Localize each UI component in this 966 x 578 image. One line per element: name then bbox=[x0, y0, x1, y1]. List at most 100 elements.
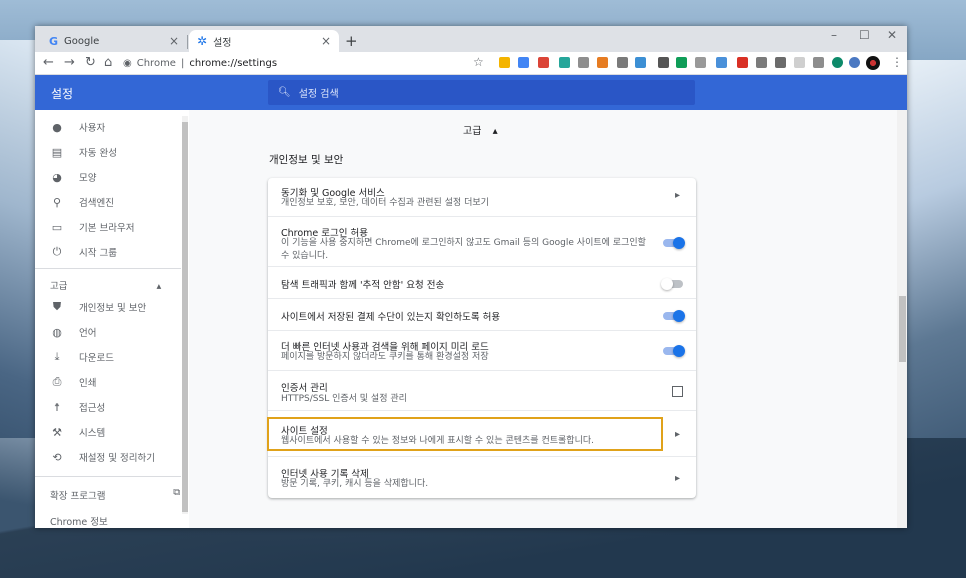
sidebar-item-search-engine[interactable]: ⚲ 검색엔진 bbox=[35, 190, 189, 214]
toolbar: ← → ↻ ⌂ ◉ Chrome | chrome://settings ☆ ⋮ bbox=[35, 52, 907, 75]
row-sync-google-services[interactable]: 동기화 및 Google 서비스 개인정보 보호, 보안, 데이터 수집과 관련… bbox=[268, 178, 696, 216]
sidebar-item-downloads[interactable]: ⤓ 다운로드 bbox=[35, 345, 189, 369]
news-extension-icon[interactable] bbox=[716, 57, 727, 68]
back-button[interactable]: ← bbox=[43, 55, 54, 70]
row-preload-pages[interactable]: 더 빠른 인터넷 사용과 검색을 위해 페이지 미리 로드 페이지를 방문하지 … bbox=[268, 330, 696, 370]
sidebar-item-default-browser[interactable]: ▭ 기본 브라우저 bbox=[35, 215, 189, 239]
sidebar-advanced-toggle[interactable]: 고급 ▴ bbox=[50, 278, 161, 292]
power-icon: ⏻ bbox=[52, 245, 62, 258]
row-manage-certificates[interactable]: 인증서 관리 HTTPS/SSL 인증서 및 설정 관리 bbox=[268, 370, 696, 410]
sidebar: ● 사용자 ▤ 자동 완성 ◕ 모양 ⚲ 검색엔진 ▭ 기본 브라우저 ⏻ 시작… bbox=[35, 110, 189, 528]
row-allow-chrome-sign-in[interactable]: Chrome 로그인 허용 이 기능을 사용 중지하면 Chrome에 로그인하… bbox=[268, 216, 696, 266]
sidebar-item-label: 사용자 bbox=[79, 123, 106, 134]
extension-icon[interactable] bbox=[775, 57, 786, 68]
tab-title: 설정 bbox=[213, 37, 232, 49]
sidebar-scrollbar-thumb[interactable] bbox=[182, 122, 188, 512]
preload-toggle[interactable] bbox=[663, 345, 685, 357]
profile-avatar[interactable] bbox=[866, 56, 880, 70]
minimize-button[interactable]: – bbox=[831, 28, 837, 42]
bookmark-star-icon[interactable]: ☆ bbox=[473, 55, 484, 69]
close-tab-icon[interactable]: × bbox=[321, 34, 331, 48]
sidebar-item-languages[interactable]: ◍ 언어 bbox=[35, 320, 189, 344]
extension-icon[interactable] bbox=[658, 57, 669, 68]
sidebar-item-label: Chrome 정보 bbox=[50, 517, 108, 528]
chevron-right-icon: ▸ bbox=[674, 429, 680, 440]
extension-icon[interactable] bbox=[617, 57, 628, 68]
tab-title: Google bbox=[64, 35, 100, 47]
row-subtitle: 페이지를 방문하지 않더라도 쿠키를 통해 환경설정 저장 bbox=[281, 352, 489, 362]
print-icon: ⎙ bbox=[52, 375, 62, 388]
sidebar-item-on-startup[interactable]: ⏻ 시작 그룹 bbox=[35, 240, 189, 264]
extension-icon[interactable] bbox=[794, 57, 805, 68]
home-button[interactable]: ⌂ bbox=[104, 55, 112, 70]
sidebar-item-extensions[interactable]: 확장 프로그램 ⧉ bbox=[50, 487, 180, 502]
sidebar-item-autofill[interactable]: ▤ 자동 완성 bbox=[35, 140, 189, 164]
sign-in-toggle[interactable] bbox=[663, 237, 685, 249]
sidebar-item-label: 접근성 bbox=[79, 403, 106, 414]
extension-icon[interactable] bbox=[559, 57, 570, 68]
sidebar-item-system[interactable]: ⚒ 시스템 bbox=[35, 420, 189, 444]
divider bbox=[35, 476, 181, 477]
site-info-icon[interactable]: ◉ bbox=[123, 58, 132, 69]
row-title: 인증서 관리 bbox=[281, 383, 328, 394]
gear-icon: ✲ bbox=[197, 34, 208, 48]
person-icon: ● bbox=[52, 120, 62, 134]
sidebar-item-people[interactable]: ● 사용자 bbox=[35, 115, 189, 139]
extension-icon[interactable] bbox=[849, 57, 860, 68]
divider bbox=[35, 268, 181, 269]
row-site-settings[interactable]: 사이트 설정 웹사이트에서 사용할 수 있는 정보와 나에게 표시할 수 있는 … bbox=[267, 410, 696, 456]
sidebar-item-reset[interactable]: ⟲ 재설정 및 정리하기 bbox=[35, 445, 189, 469]
extension-icon[interactable] bbox=[832, 57, 843, 68]
browser-icon: ▭ bbox=[51, 220, 63, 234]
extension-icon[interactable] bbox=[756, 57, 767, 68]
close-window-button[interactable]: ✕ bbox=[887, 28, 897, 42]
forward-button[interactable]: → bbox=[64, 55, 75, 70]
wrench-icon: ⚒ bbox=[52, 425, 62, 439]
advanced-toggle[interactable]: 고급 ▴ bbox=[463, 122, 498, 137]
search-placeholder: 설정 검색 bbox=[298, 89, 339, 100]
tab-google[interactable]: G Google × bbox=[41, 30, 187, 52]
settings-main: 고급 ▴ 개인정보 및 보안 동기화 및 Google 서비스 개인정보 보호,… bbox=[189, 110, 897, 528]
tab-settings[interactable]: ✲ 설정 × bbox=[189, 30, 339, 52]
sidebar-item-privacy[interactable]: ⛊ 개인정보 및 보안 bbox=[35, 295, 189, 319]
address-bar[interactable]: ◉ Chrome | chrome://settings bbox=[123, 54, 483, 72]
menu-icon[interactable]: ⋮ bbox=[891, 55, 903, 69]
restore-icon: ⟲ bbox=[52, 450, 62, 464]
privacy-settings-card: 동기화 및 Google 서비스 개인정보 보호, 보안, 데이터 수집과 관련… bbox=[267, 178, 696, 498]
toggle-knob bbox=[673, 345, 685, 357]
sidebar-item-label: 기본 브라우저 bbox=[79, 223, 135, 234]
main-scrollbar-thumb[interactable] bbox=[899, 296, 906, 362]
settings-search-input[interactable]: 🔍︎ 설정 검색 bbox=[268, 80, 695, 105]
sidebar-item-label: 인쇄 bbox=[79, 378, 97, 389]
sidebar-item-label: 확장 프로그램 bbox=[50, 491, 106, 502]
maximize-button[interactable]: ☐ bbox=[859, 28, 870, 42]
feedly-extension-icon[interactable] bbox=[676, 57, 687, 68]
accessibility-icon: ☨ bbox=[54, 400, 60, 414]
cloud-extension-icon[interactable] bbox=[635, 57, 646, 68]
globe-icon: ◍ bbox=[52, 325, 62, 339]
row-clear-browsing-data[interactable]: 인터넷 사용 기록 삭제 방문 기록, 쿠키, 캐시 등을 삭제합니다. ▸ bbox=[268, 456, 696, 498]
gmail-extension-icon[interactable] bbox=[538, 57, 549, 68]
extension-icon[interactable] bbox=[695, 57, 706, 68]
payment-methods-toggle[interactable] bbox=[663, 310, 685, 322]
do-not-track-toggle[interactable] bbox=[661, 278, 683, 290]
row-do-not-track[interactable]: 탐색 트래픽과 함께 '추적 안함' 요청 전송 bbox=[268, 266, 696, 298]
new-tab-button[interactable]: + bbox=[345, 32, 358, 50]
sidebar-item-accessibility[interactable]: ☨ 접근성 bbox=[35, 395, 189, 419]
extension-icon[interactable] bbox=[597, 57, 608, 68]
extension-icon[interactable] bbox=[813, 57, 824, 68]
sidebar-item-appearance[interactable]: ◕ 모양 bbox=[35, 165, 189, 189]
advanced-label: 고급 bbox=[50, 281, 68, 292]
reload-button[interactable]: ↻ bbox=[85, 55, 96, 70]
sidebar-item-printing[interactable]: ⎙ 인쇄 bbox=[35, 370, 189, 394]
extension-icon[interactable] bbox=[578, 57, 589, 68]
extension-icon[interactable] bbox=[737, 57, 748, 68]
sidebar-item-label: 시스템 bbox=[79, 428, 106, 439]
palette-icon: ◕ bbox=[52, 170, 62, 184]
extension-icon[interactable] bbox=[518, 57, 529, 68]
sidebar-item-about[interactable]: Chrome 정보 bbox=[50, 514, 108, 528]
close-tab-icon[interactable]: × bbox=[169, 34, 179, 48]
extension-icon[interactable] bbox=[499, 57, 510, 68]
row-subtitle: HTTPS/SSL 인증서 및 설정 관리 bbox=[281, 394, 407, 404]
row-payment-methods[interactable]: 사이트에서 저장된 결제 수단이 있는지 확인하도록 허용 bbox=[268, 298, 696, 330]
